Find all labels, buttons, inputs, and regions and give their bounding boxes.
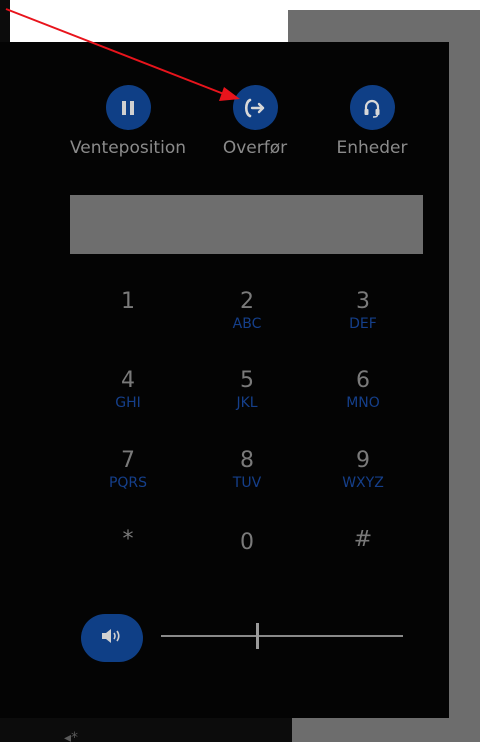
annotation-arrow xyxy=(5,8,240,101)
call-window: ◂* Venteposition Overfør Enheder 1 2 ABC… xyxy=(0,0,480,742)
